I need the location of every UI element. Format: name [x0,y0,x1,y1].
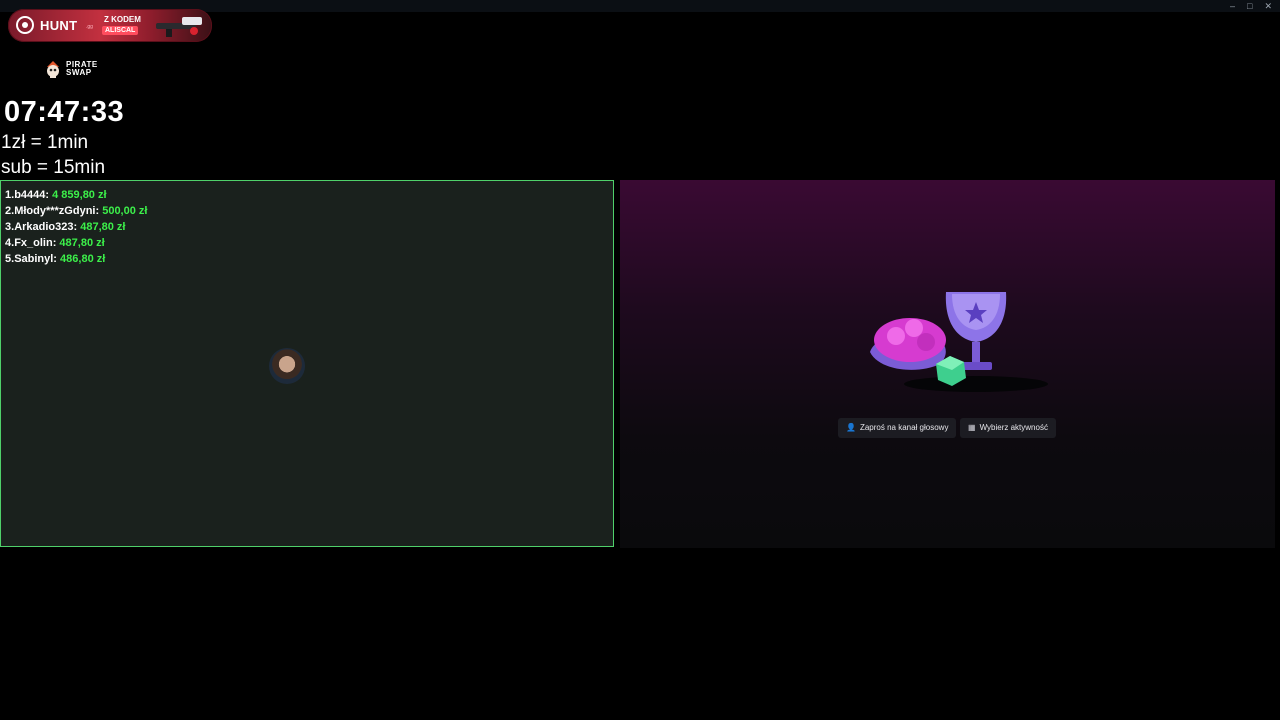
leaderboard-amount: 4 859,80 zł [52,189,107,201]
subathon-timer: 07:47:33 [4,96,125,128]
close-button[interactable]: ✕ [1264,1,1272,11]
leaderboard-rank: 2. [5,205,15,217]
leaderboard-name: b4444: [14,189,50,201]
leaderboard-name: Sabinyl: [14,253,57,265]
voice-activity-panel: 👤 Zaproś na kanał głosowy ▦ Wybierz akty… [620,180,1275,548]
maximize-button[interactable]: □ [1247,1,1252,11]
weapon-art-icon [156,17,202,37]
grid-icon: ▦ [968,423,976,432]
leaderboard-row: 4.Fx_olin: 487,80 zł [5,235,147,251]
window-controls: – □ ✕ [1230,1,1272,11]
hunt-logo-icon [16,16,34,34]
sub-rate: sub = 15min [1,157,106,178]
leaderboard-name: Fx_olin: [14,237,57,249]
leaderboard-row: 2.Młody***zGdyni: 500,00 zł [5,203,147,219]
leaderboard-name: Arkadio323: [14,221,78,233]
person-add-icon: 👤 [846,423,856,432]
choose-activity-label: Wybierz aktywność [979,423,1048,432]
leaderboard-row: 5.Sabinyl: 486,80 zł [5,251,147,267]
invite-voice-channel-label: Zaproś na kanał głosowy [859,423,949,432]
leaderboard-row: 3.Arkadio323: 487,80 zł [5,219,147,235]
sponsor-brand: HUNT [40,18,78,33]
leaderboard-rank: 3. [5,221,15,233]
leaderboard-row: 1.b4444: 4 859,80 zł [5,187,147,203]
minimize-button[interactable]: – [1230,1,1235,11]
trophy-dice-illustration-icon [870,292,1048,392]
sponsor-banner-hunt: HUNT .gg Z KODEM ALISCAL [8,9,212,42]
leaderboard-amount: 487,80 zł [80,221,126,233]
pirate-skull-icon [47,61,59,78]
leaderboard-rank: 4. [5,237,15,249]
leaderboard-amount: 486,80 zł [60,253,106,265]
promo-label: Z KODEM [104,15,141,24]
leaderboard-amount: 487,80 zł [59,237,105,249]
leaderboard-amount: 500,00 zł [102,205,148,217]
choose-activity-button[interactable]: ▦ Wybierz aktywność [960,418,1056,438]
leaderboard-rank: 5. [5,253,15,265]
invite-voice-channel-button[interactable]: 👤 Zaproś na kanał głosowy [838,418,957,438]
pirate-swap-logo: PIRATE SWAP [44,58,108,80]
leaderboard-name: Młody***zGdyni: [14,205,100,217]
donation-leaderboard: 1.b4444: 4 859,80 zł 2.Młody***zGdyni: 5… [5,187,147,267]
leaderboard-rank: 1. [5,189,15,201]
user-avatar [269,348,305,384]
webcam-panel: 1.b4444: 4 859,80 zł 2.Młody***zGdyni: 5… [0,180,614,547]
donation-rate: 1zł = 1min [1,132,89,153]
sponsor-brand-suffix: .gg [86,24,93,30]
pirate-logo-line2: SWAP [66,68,92,77]
promo-code: ALISCAL [102,26,139,35]
